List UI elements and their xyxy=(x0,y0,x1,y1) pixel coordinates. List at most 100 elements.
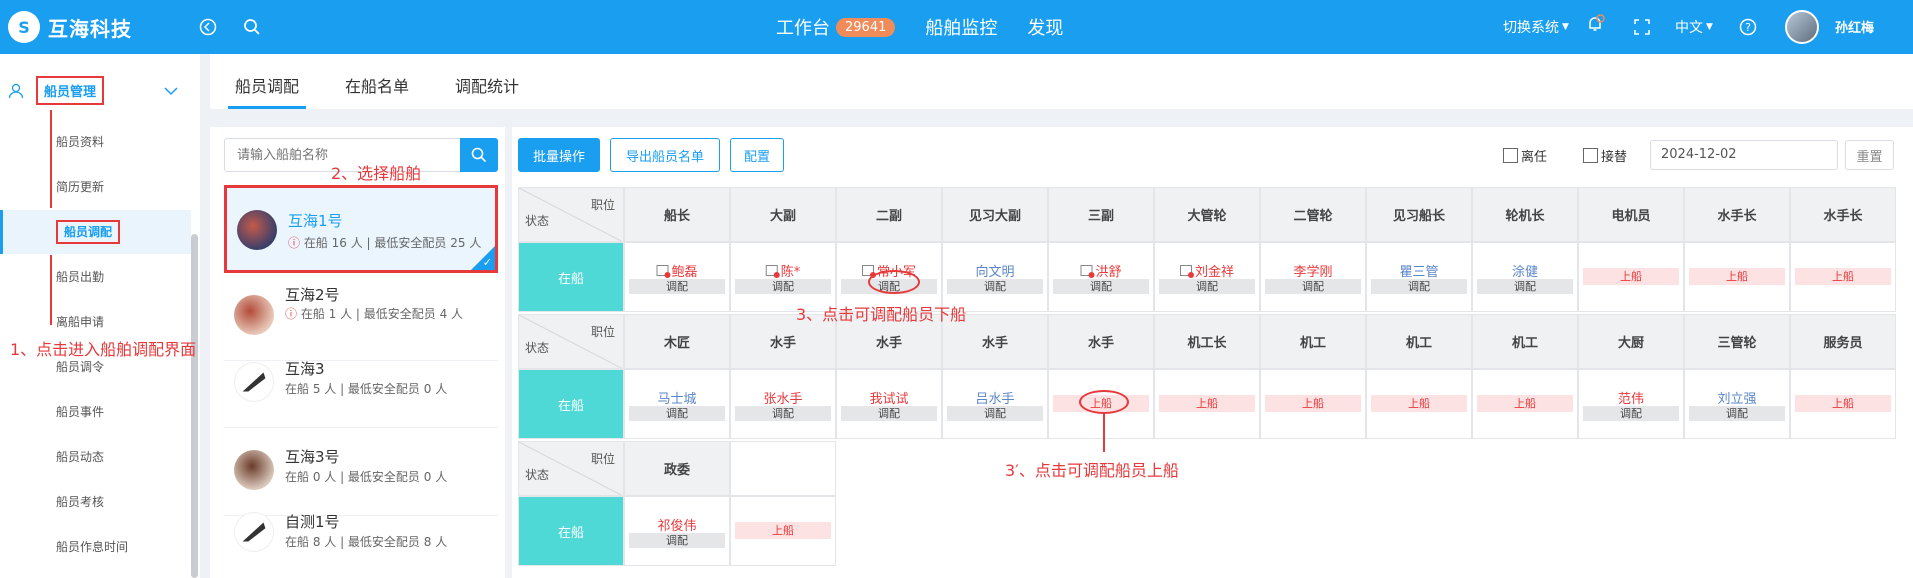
adjust-button[interactable]: 调配 xyxy=(1053,279,1149,294)
crew-member[interactable]: 吕水手 xyxy=(975,388,1014,407)
crew-member[interactable]: 李学刚 xyxy=(1293,261,1332,280)
export-crew-list-button[interactable]: 导出船员名单 xyxy=(610,138,720,172)
position-header xyxy=(730,441,836,496)
crew-member[interactable]: 陈* xyxy=(765,261,801,280)
language-dropdown[interactable]: 中文 ▼ xyxy=(1675,17,1713,37)
adjust-button[interactable]: 调配 xyxy=(841,406,937,421)
sidebar-item-label: 船员作息时间 xyxy=(56,540,129,554)
crew-cell: 上船 xyxy=(730,496,836,566)
leave-checkbox[interactable]: 离任 xyxy=(1503,146,1547,165)
adjust-button[interactable]: 调配 xyxy=(629,406,725,421)
leave-label: 离任 xyxy=(1521,150,1548,165)
sidebar-item-crew-dispatch[interactable]: 船员调配 xyxy=(0,210,191,254)
board-button[interactable]: 上船 xyxy=(1795,395,1891,412)
ship-item[interactable]: 互海3 在船 5 人 | 最低安全配员 0 人 xyxy=(224,340,498,428)
tab-onboard-list[interactable]: 在船名单 xyxy=(338,54,416,109)
crew-member[interactable]: 洪舒 xyxy=(1080,261,1122,280)
crew-member[interactable]: 涂健 xyxy=(1512,261,1538,280)
avatar[interactable] xyxy=(1785,10,1819,44)
board-button[interactable]: 上船 xyxy=(1583,268,1679,285)
date-input[interactable]: 2024-12-02 xyxy=(1650,140,1838,170)
nav-discover[interactable]: 发现 xyxy=(1027,14,1063,40)
crew-member[interactable]: 刘立强 xyxy=(1717,388,1756,407)
tab-crew-dispatch[interactable]: 船员调配 xyxy=(228,54,307,109)
crew-member[interactable]: 张水手 xyxy=(763,388,802,407)
ship-search-button[interactable] xyxy=(460,138,498,172)
adjust-button[interactable]: 调配 xyxy=(1689,406,1785,421)
search-icon[interactable] xyxy=(240,15,264,39)
reset-button[interactable]: 重置 xyxy=(1845,140,1894,170)
back-icon[interactable] xyxy=(196,15,220,39)
crew-name: 向文明 xyxy=(975,265,1015,280)
board-button[interactable]: 上船 xyxy=(1159,395,1255,412)
logo[interactable]: S 互海科技 xyxy=(8,11,132,43)
relief-label: 接替 xyxy=(1601,150,1628,165)
crew-cell: 刘金祥 调配 xyxy=(1154,242,1260,312)
sidebar-item-crew-assessment[interactable]: 船员考核 xyxy=(0,480,191,524)
position-header: 政委 xyxy=(624,441,730,496)
ship-item[interactable]: 自测1号 在船 8 人 | 最低安全配员 8 人 xyxy=(224,490,498,578)
adjust-button[interactable]: 调配 xyxy=(629,279,725,294)
sidebar-item-crew-schedule[interactable]: 船员作息时间 xyxy=(0,525,191,569)
adjust-button[interactable]: 调配 xyxy=(1371,279,1467,294)
status-cell: 在船 xyxy=(518,242,624,312)
crew-member[interactable]: 瞿三管 xyxy=(1399,261,1438,280)
ship-item[interactable]: 互海1号 ⓘ 在船 16 人 | 最低安全配员 25 人 ✓ xyxy=(224,185,498,273)
sidebar-item-crew-event[interactable]: 船员事件 xyxy=(0,390,191,434)
sidebar-item-crew-profile[interactable]: 船员资料 xyxy=(0,120,191,164)
switch-system-label: 切换系统 xyxy=(1503,20,1559,36)
board-button[interactable]: 上船 xyxy=(1265,395,1361,412)
tab-dispatch-stats[interactable]: 调配统计 xyxy=(448,54,526,109)
username[interactable]: 孙红梅 xyxy=(1835,17,1874,36)
bell-icon[interactable] xyxy=(1583,12,1607,36)
crew-member[interactable]: 祁俊伟 xyxy=(657,515,696,534)
sidebar-item-crew-attendance[interactable]: 船员出勤 xyxy=(0,255,191,299)
crew-member[interactable]: 刘金祥 xyxy=(1179,261,1234,280)
adjust-button[interactable]: 调配 xyxy=(735,406,831,421)
position-header: 电机员 xyxy=(1578,187,1684,242)
annotation-ellipse xyxy=(1079,390,1129,414)
switch-system-dropdown[interactable]: 切换系统 ▼ xyxy=(1503,17,1569,37)
help-icon[interactable]: ? xyxy=(1736,15,1760,39)
checkbox-box xyxy=(1503,148,1518,163)
nav-workbench[interactable]: 工作台 29641 xyxy=(776,14,896,40)
adjust-button[interactable]: 调配 xyxy=(629,533,725,548)
batch-operation-button[interactable]: 批量操作 xyxy=(518,138,600,172)
board-button[interactable]: 上船 xyxy=(1371,395,1467,412)
crew-member[interactable]: 向文明 xyxy=(975,261,1014,280)
relief-checkbox[interactable]: 接替 xyxy=(1583,146,1627,165)
adjust-button[interactable]: 调配 xyxy=(947,279,1043,294)
adjust-button[interactable]: 调配 xyxy=(1583,406,1679,421)
ship-avatar xyxy=(237,210,277,250)
sidebar-item-crew-status[interactable]: 船员动态 xyxy=(0,435,191,479)
crew-member[interactable]: 马士城 xyxy=(657,388,696,407)
adjust-button[interactable]: 调配 xyxy=(1477,279,1573,294)
position-header: 三副 xyxy=(1048,187,1154,242)
adjust-button[interactable]: 调配 xyxy=(1265,279,1361,294)
board-button[interactable]: 上船 xyxy=(735,522,831,539)
top-header: S 互海科技 工作台 29641 船舶监控 发现 切换系统 ▼ 中文 ▼ ? 孙… xyxy=(0,0,1913,54)
nav-ship-monitor[interactable]: 船舶监控 xyxy=(925,14,997,40)
fullscreen-icon[interactable] xyxy=(1630,15,1654,39)
board-button[interactable]: 上船 xyxy=(1795,268,1891,285)
adjust-button[interactable]: 调配 xyxy=(947,406,1043,421)
adjust-button[interactable]: 调配 xyxy=(735,279,831,294)
sidebar-scrollbar[interactable] xyxy=(191,234,198,578)
board-button[interactable]: 上船 xyxy=(1477,395,1573,412)
crew-member[interactable]: 范伟 xyxy=(1618,388,1644,407)
ship-name: 互海3号 xyxy=(285,448,340,466)
crew-member[interactable]: 鲍磊 xyxy=(656,261,698,280)
adjust-button[interactable]: 调配 xyxy=(1159,279,1255,294)
config-button[interactable]: 配置 xyxy=(730,138,784,172)
ship-info: 在船 8 人 | 最低安全配员 8 人 xyxy=(285,535,448,549)
chevron-down-icon[interactable] xyxy=(162,84,180,98)
crew-cell: 祁俊伟 调配 xyxy=(624,496,730,566)
sidebar-item-resume-update[interactable]: 简历更新 xyxy=(0,165,191,209)
crew-name: 陈* xyxy=(780,265,801,280)
sidebar-section-crew-management[interactable]: 船员管理 xyxy=(8,76,105,105)
crew-member[interactable]: 我试试 xyxy=(869,388,908,407)
corner-diagonal-line xyxy=(519,442,623,495)
board-button[interactable]: 上船 xyxy=(1689,268,1785,285)
crew-cell: 上船 xyxy=(1472,369,1578,439)
svg-text:?: ? xyxy=(1745,21,1751,34)
